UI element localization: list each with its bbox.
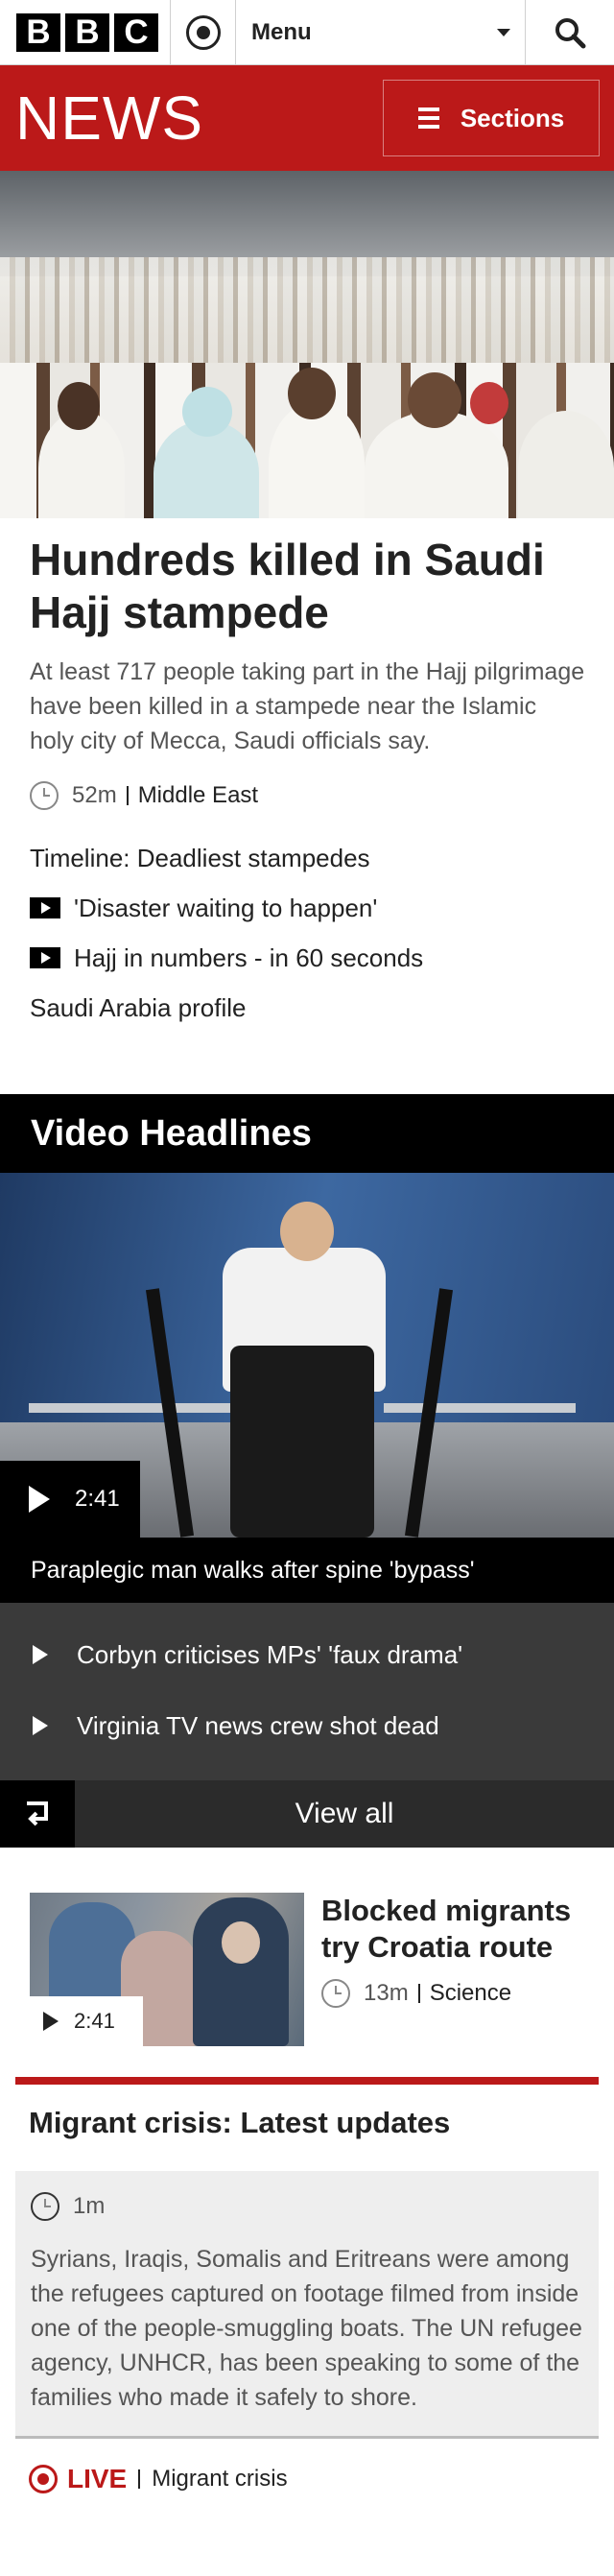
lead-summary: At least 717 people taking part in the H… (30, 658, 585, 754)
story-timestamp: 13m (364, 1980, 409, 2006)
story-section-link[interactable]: Science (430, 1980, 511, 2007)
clock-icon (321, 1979, 350, 2008)
live-meta: 1m (31, 2192, 583, 2221)
meta-divider (417, 1984, 420, 2003)
live-update-text: Syrians, Iraqis, Somalis and Eritreans w… (31, 2246, 582, 2411)
video-list-label: Corbyn criticises MPs' 'faux drama' (77, 1639, 463, 1669)
related-link-label: Saudi Arabia profile (30, 992, 247, 1022)
live-heading-link[interactable]: Migrant crisis: Latest updates (15, 2085, 599, 2171)
meta-divider (126, 786, 129, 805)
related-video-link[interactable]: 'Disaster waiting to happen' (30, 883, 586, 933)
live-label: LIVE (67, 2464, 128, 2493)
bbc-logo-letter: B (65, 12, 109, 52)
live-updates-module: Migrant crisis: Latest updates 1m Syrian… (15, 2077, 599, 2494)
sections-label: Sections (460, 103, 565, 132)
video-headlines-section: Video Headlines 2:41 Paraplegic man walk… (0, 1094, 614, 1848)
video-duration-badge[interactable]: 2:41 (0, 1461, 140, 1538)
return-arrow-icon[interactable] (0, 1780, 75, 1848)
thumb-duration: 2:41 (74, 2009, 115, 2033)
related-link-label: Timeline: Deadliest stampedes (30, 843, 370, 872)
play-icon (33, 1716, 48, 1735)
video-list: Corbyn criticises MPs' 'faux drama' Virg… (0, 1603, 614, 1780)
hamburger-icon (417, 107, 439, 129)
lead-headline-link[interactable]: Hundreds killed in Saudi Hajj stampede (30, 534, 586, 639)
lead-story: Hundreds killed in Saudi Hajj stampede A… (30, 534, 586, 1033)
live-footer: LIVE Migrant crisis (15, 2439, 599, 2494)
story-meta: 13m Science (321, 1979, 586, 2008)
play-icon (30, 947, 60, 968)
view-all-button[interactable]: View all (75, 1780, 614, 1848)
live-divider (15, 2077, 599, 2085)
story-thumbnail[interactable]: 2:41 (30, 1893, 304, 2046)
menu-dropdown[interactable]: Menu (236, 0, 526, 64)
video-list-item[interactable]: Virginia TV news crew shot dead (0, 1690, 614, 1761)
video-list-item[interactable]: Corbyn criticises MPs' 'faux drama' (0, 1619, 614, 1690)
live-icon (29, 2465, 58, 2493)
bbc-logo-letter: C (114, 12, 158, 52)
video-duration: 2:41 (75, 1486, 120, 1512)
related-links: Timeline: Deadliest stampedes 'Disaster … (30, 833, 586, 1033)
video-headlines-title: Video Headlines (31, 1112, 312, 1154)
lead-section-link[interactable]: Middle East (138, 782, 258, 809)
play-icon (43, 2012, 59, 2031)
live-timestamp: 1m (73, 2193, 106, 2219)
meta-divider (138, 2469, 141, 2489)
featured-video-thumbnail[interactable]: 2:41 (0, 1173, 614, 1538)
live-section-link[interactable]: Migrant crisis (152, 2466, 287, 2493)
account-button[interactable] (171, 0, 236, 64)
featured-video-link[interactable]: Paraplegic man walks after spine 'bypass… (0, 1538, 614, 1603)
thumb-duration-badge: 2:41 (30, 1996, 143, 2046)
sections-button[interactable]: Sections (383, 80, 600, 156)
lead-timestamp: 52m (72, 782, 117, 808)
related-video-link[interactable]: Hajj in numbers - in 60 seconds (30, 933, 586, 983)
play-icon (33, 1645, 48, 1664)
search-button[interactable] (526, 0, 614, 64)
related-link[interactable]: Timeline: Deadliest stampedes (30, 833, 586, 883)
clock-icon (30, 781, 59, 810)
related-link[interactable]: Saudi Arabia profile (30, 983, 586, 1033)
related-link-label: Hajj in numbers - in 60 seconds (74, 942, 424, 972)
account-icon (185, 14, 221, 50)
story-headline-link[interactable]: Blocked migrants try Croatia route (321, 1893, 586, 1966)
lead-meta: 52m Middle East (30, 781, 586, 810)
play-icon (29, 1486, 50, 1513)
video-list-label: Virginia TV news crew shot dead (77, 1710, 439, 1740)
top-bar: B B C Menu (0, 0, 614, 65)
clock-icon (31, 2192, 59, 2221)
news-banner: NEWS Sections (0, 65, 614, 171)
play-icon (30, 897, 60, 918)
story-text: Blocked migrants try Croatia route 13m S… (321, 1893, 586, 2046)
view-all-bar: View all (0, 1780, 614, 1848)
story-card: 2:41 Blocked migrants try Croatia route … (30, 1893, 586, 2046)
chevron-down-icon (497, 28, 510, 36)
bbc-logo[interactable]: B B C (0, 0, 171, 64)
search-icon (555, 17, 586, 48)
related-link-label: 'Disaster waiting to happen' (74, 893, 378, 922)
bbc-logo-letter: B (16, 12, 60, 52)
live-update-card[interactable]: 1m Syrians, Iraqis, Somalis and Eritrean… (15, 2171, 599, 2439)
menu-label: Menu (251, 18, 312, 45)
news-brand-logo[interactable]: NEWS (15, 83, 203, 154)
lead-story-image[interactable] (0, 171, 614, 518)
